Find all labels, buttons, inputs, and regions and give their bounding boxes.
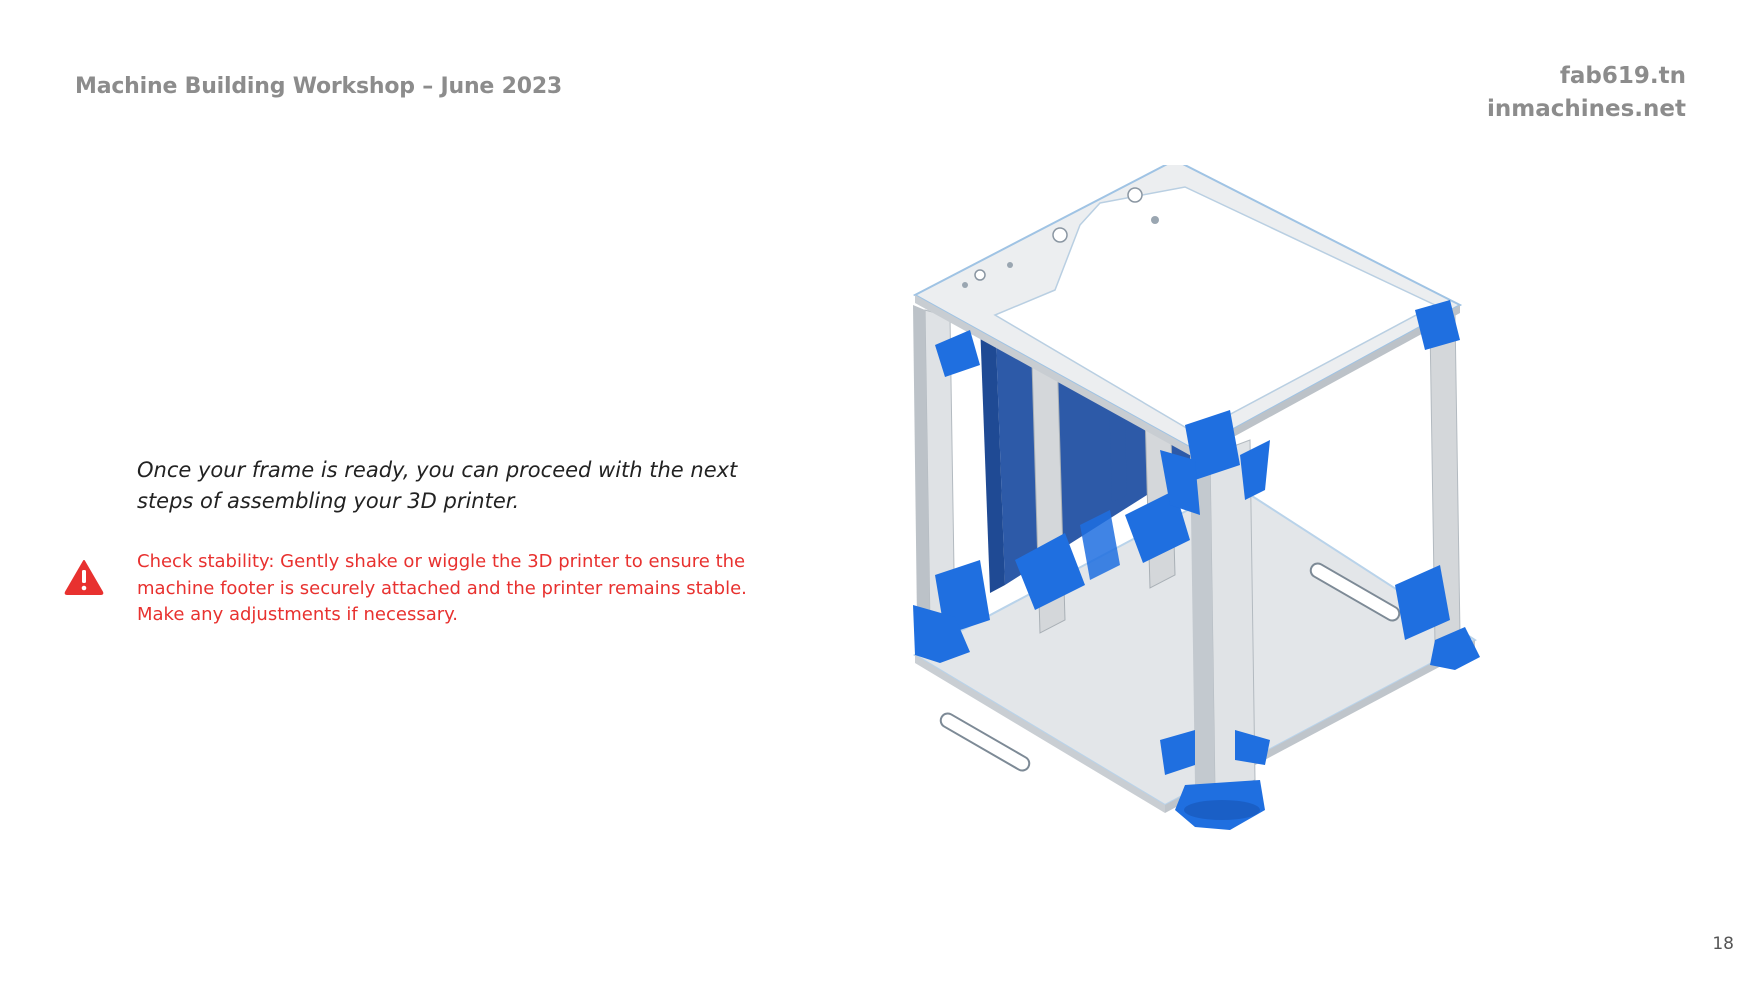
intro-text: Once your frame is ready, you can procee… bbox=[137, 458, 738, 513]
warning-triangle-icon bbox=[64, 560, 104, 595]
stability-warning: Check stability: Gently shake or wiggle … bbox=[137, 551, 747, 625]
printer-frame-render bbox=[912, 165, 1480, 830]
brand-block: fab619.tn inmachines.net bbox=[1487, 60, 1686, 126]
page-number: 18 bbox=[1712, 934, 1734, 954]
brand-fab-lab: fab619.tn bbox=[1559, 63, 1686, 89]
header-title: Machine Building Workshop – June 2023 bbox=[75, 74, 563, 99]
brand-inmachines: inmachines.net bbox=[1486, 96, 1686, 122]
